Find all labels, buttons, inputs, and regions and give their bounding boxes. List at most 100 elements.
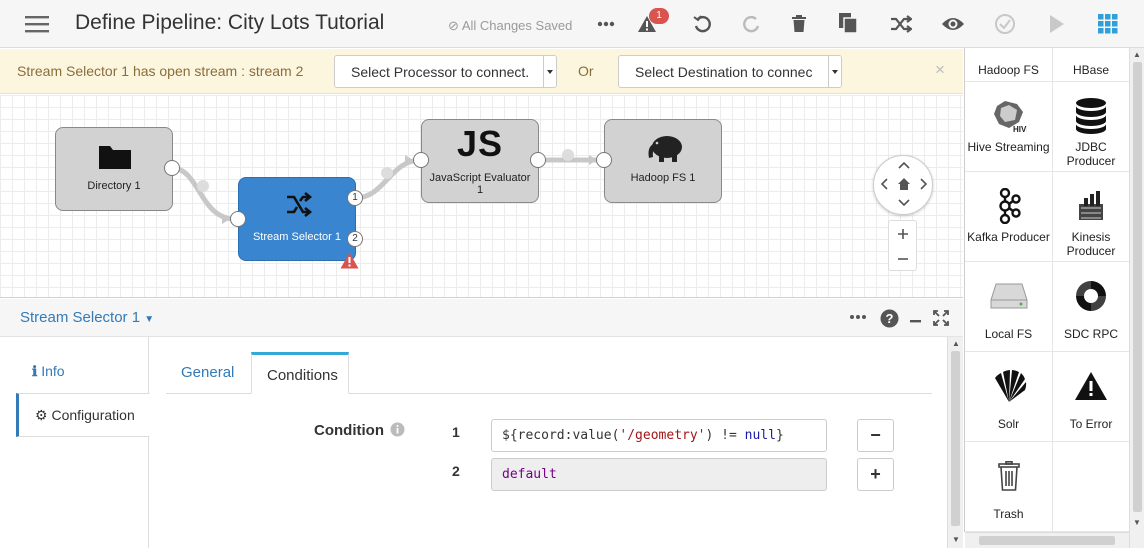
pan-left-icon[interactable]	[880, 178, 888, 190]
pan-down-icon[interactable]	[898, 199, 910, 207]
kinesis-icon	[1053, 186, 1129, 226]
shuffle-icon[interactable]	[888, 12, 914, 36]
library-item-local-fs[interactable]: Local FS	[965, 262, 1053, 352]
library-item-jdbc-producer[interactable]: JDBC Producer	[1053, 82, 1129, 172]
library-horizontal-scrollbar[interactable]	[965, 532, 1129, 548]
stage-label: Hadoop FS 1	[630, 172, 696, 184]
condition-number: 2	[452, 463, 460, 479]
more-icon[interactable]	[849, 311, 867, 323]
solr-icon	[965, 366, 1052, 406]
copy-icon[interactable]	[836, 11, 860, 35]
pan-control[interactable]	[873, 155, 933, 215]
more-icon[interactable]	[594, 14, 618, 34]
redo-icon[interactable]	[740, 12, 764, 36]
svg-text:?: ?	[885, 311, 893, 326]
library-item-trash[interactable]: Trash	[965, 442, 1053, 532]
database-icon	[1053, 96, 1129, 136]
save-status: ⊘ All Changes Saved	[448, 18, 573, 33]
output-port[interactable]	[530, 152, 546, 168]
js-icon: JS	[456, 123, 504, 164]
library-empty-cell	[1053, 442, 1129, 532]
tab-configuration[interactable]: ⚙ Configuration	[16, 393, 150, 437]
scrollbar-thumb[interactable]	[951, 351, 960, 526]
undo-icon[interactable]	[690, 12, 714, 36]
stage-hadoop-fs[interactable]: Hadoop FS 1	[604, 119, 722, 203]
output-port-1[interactable]: 1	[347, 190, 363, 206]
trash-icon	[965, 456, 1052, 496]
preview-eye-icon[interactable]	[940, 12, 966, 36]
stage-label: Stream Selector 1	[252, 231, 342, 243]
warning-icon	[1053, 366, 1129, 406]
page-title: Define Pipeline: City Lots Tutorial	[75, 11, 385, 34]
data-rule-icon[interactable]	[562, 149, 574, 161]
close-icon[interactable]: ×	[935, 60, 945, 80]
pan-up-icon[interactable]	[898, 161, 910, 169]
library-item-kafka-producer[interactable]: Kafka Producer	[965, 172, 1053, 262]
pipeline-canvas[interactable]: Directory 1 Stream Selector 1 1 2 JS Jav…	[0, 95, 963, 298]
library-item-solr[interactable]: Solr	[965, 352, 1053, 442]
stage-javascript-evaluator[interactable]: JS JavaScript Evaluator 1	[421, 119, 539, 203]
add-condition-button[interactable]: +	[857, 458, 894, 491]
pan-right-icon[interactable]	[920, 178, 928, 190]
remove-condition-button[interactable]: −	[857, 419, 894, 452]
library-item-sdc-rpc[interactable]: SDC RPC	[1053, 262, 1129, 352]
help-icon[interactable]: ?	[879, 308, 899, 328]
toolbar: Define Pipeline: City Lots Tutorial ⊘ Al…	[0, 0, 1144, 48]
tab-general[interactable]: General	[166, 352, 249, 394]
input-port[interactable]	[413, 152, 429, 168]
scrollbar-thumb[interactable]	[979, 536, 1115, 545]
library-item-to-error[interactable]: To Error	[1053, 352, 1129, 442]
processor-select[interactable]: Select Processor to connect.	[334, 55, 557, 88]
chevron-down-icon	[828, 56, 841, 87]
scrollbar-thumb[interactable]	[1133, 62, 1142, 512]
home-icon[interactable]	[898, 178, 910, 190]
stage-library-toggle-icon[interactable]	[1096, 13, 1120, 35]
kafka-icon	[965, 186, 1052, 226]
tab-conditions[interactable]: Conditions	[251, 352, 349, 394]
data-rule-icon[interactable]	[381, 167, 393, 179]
maximize-icon[interactable]	[932, 310, 950, 326]
stream-link[interactable]	[354, 157, 422, 201]
gear-icon: ⚙	[35, 407, 48, 423]
library-item-hive-streaming[interactable]: HIVE Hive Streaming	[965, 82, 1053, 172]
data-rule-icon[interactable]	[197, 180, 209, 192]
trash-icon[interactable]	[788, 12, 810, 36]
menu-icon[interactable]	[24, 12, 50, 36]
library-item-kinesis-producer[interactable]: Kinesis Producer	[1053, 172, 1129, 262]
input-port[interactable]	[596, 152, 612, 168]
stage-label: Directory 1	[87, 180, 141, 192]
condition-expression-field[interactable]: ${record:value('/geometry') != null}	[491, 419, 827, 452]
chevron-down-icon	[543, 56, 556, 87]
library-scrollbar[interactable]: ▲ ▼	[1129, 48, 1144, 548]
stage-label: JavaScript Evaluator 1	[429, 172, 531, 196]
start-icon[interactable]	[1045, 12, 1069, 36]
tab-info[interactable]: ℹ Info	[16, 350, 149, 394]
output-port-2[interactable]: 2	[347, 231, 363, 247]
content-scrollbar[interactable]: ▲ ▼	[947, 337, 963, 548]
destination-select[interactable]: Select Destination to connec	[618, 55, 842, 88]
stage-library: Hadoop FS HBase HIVE Hive Streaming JDBC…	[964, 48, 1129, 532]
stream-link[interactable]	[171, 165, 239, 222]
issues-badge: 1	[649, 8, 669, 24]
info-icon: ℹ	[32, 363, 38, 379]
library-item-hadoop-fs[interactable]: Hadoop FS	[965, 48, 1053, 82]
sdc-rpc-icon	[1053, 276, 1129, 316]
info-icon[interactable]	[390, 422, 405, 437]
stage-directory[interactable]: Directory 1	[55, 127, 173, 211]
warning-message: Stream Selector 1 has open stream : stre…	[17, 63, 304, 79]
stage-stream-selector[interactable]: Stream Selector 1	[238, 177, 356, 261]
minimize-icon[interactable]	[909, 310, 923, 326]
stage-name-dropdown[interactable]: Stream Selector 1 ▼	[20, 309, 154, 326]
folder-icon	[99, 146, 131, 169]
output-port[interactable]	[164, 160, 180, 176]
zoom-in-icon[interactable]	[898, 229, 908, 239]
hard-drive-icon	[965, 276, 1052, 316]
input-port[interactable]	[230, 211, 246, 227]
error-warning-icon[interactable]	[340, 252, 359, 269]
hadoop-elephant-icon	[648, 136, 682, 162]
condition-number: 1	[452, 424, 460, 440]
validate-icon[interactable]	[993, 12, 1017, 36]
check-circle-icon: ⊘	[448, 18, 459, 33]
open-stream-warning: Stream Selector 1 has open stream : stre…	[0, 49, 963, 94]
library-item-hbase[interactable]: HBase	[1053, 48, 1129, 82]
